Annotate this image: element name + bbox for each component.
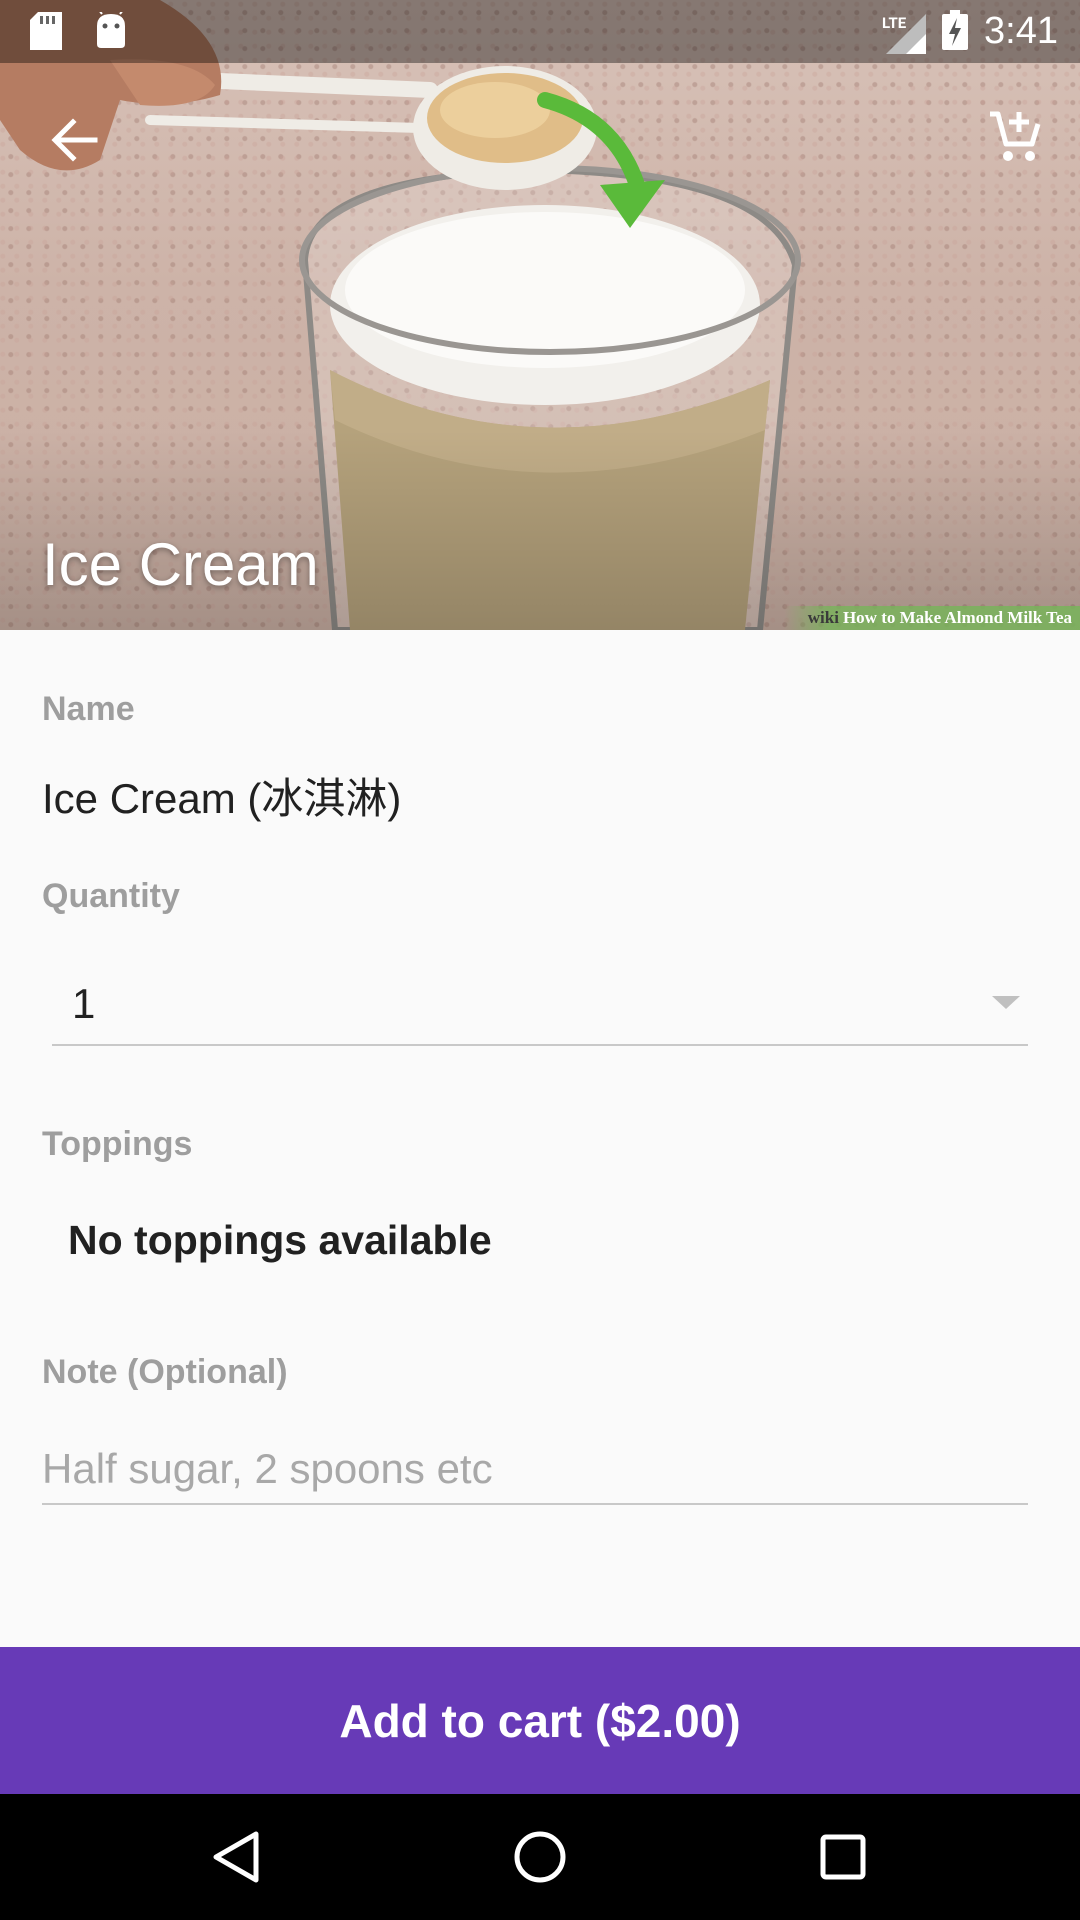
note-input[interactable]: [42, 1435, 1028, 1505]
watermark-brand: wiki: [807, 608, 839, 627]
clock: 3:41: [984, 10, 1058, 52]
android-icon: [94, 9, 128, 54]
arrow-back-icon: [51, 118, 98, 162]
dropdown-arrow-icon: [992, 996, 1020, 1009]
watermark-text: How to Make Almond Milk Tea: [842, 608, 1072, 627]
quantity-label: Quantity: [42, 877, 180, 915]
name-label: Name: [42, 690, 135, 728]
navigation-bar: [0, 1794, 1080, 1920]
back-triangle-icon: [213, 1831, 259, 1883]
sd-card-icon: [30, 12, 62, 54]
header-image: wiki How to Make Almond Milk Tea Ice Crea…: [0, 0, 1080, 630]
battery-charging-icon: [942, 9, 969, 54]
product-title: Ice Cream: [42, 531, 319, 598]
home-circle-icon: [514, 1831, 566, 1883]
note-label: Note (Optional): [42, 1353, 288, 1391]
add-to-cart-button[interactable]: Add to cart ($2.00): [0, 1647, 1080, 1794]
recents-square-icon: [820, 1834, 866, 1880]
status-bar: LTE 3:41: [0, 0, 1080, 63]
no-toppings-message: No toppings available: [68, 1217, 492, 1263]
nav-recents-button[interactable]: [808, 1822, 878, 1892]
network-type-label: LTE: [882, 13, 907, 32]
image-watermark: wiki How to Make Almond Milk Tea: [783, 606, 1080, 630]
nav-home-button[interactable]: [505, 1822, 575, 1892]
quantity-selected-value: 1: [72, 980, 96, 1027]
back-button[interactable]: [40, 105, 110, 175]
toppings-label: Toppings: [42, 1125, 193, 1163]
name-value: Ice Cream (冰淇淋): [42, 775, 402, 822]
nav-back-button[interactable]: [201, 1822, 271, 1892]
quantity-dropdown[interactable]: 1: [52, 960, 1028, 1046]
add-to-cart-label: Add to cart ($2.00): [339, 1694, 741, 1747]
lte-signal-icon: LTE: [882, 10, 927, 54]
add-to-cart-toolbar-button[interactable]: [980, 102, 1050, 172]
add-shopping-cart-icon: [990, 111, 1041, 161]
